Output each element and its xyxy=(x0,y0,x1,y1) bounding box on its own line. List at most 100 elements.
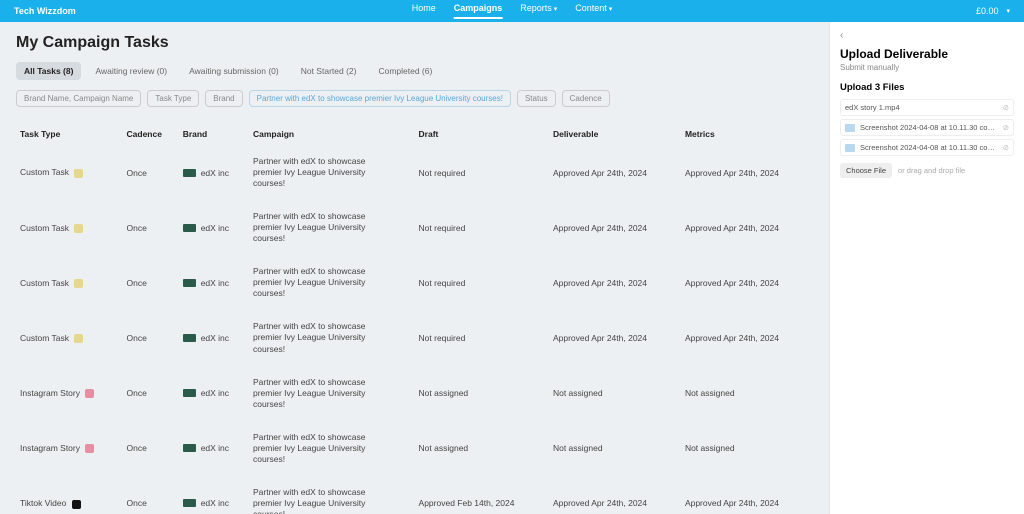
file-name: Screenshot 2024-04-08 at 10.11.30 copy.p… xyxy=(860,143,998,152)
filter-campaign[interactable]: Partner with edX to showcase premier Ivy… xyxy=(249,90,511,107)
cell-metrics: Not assigned xyxy=(681,366,813,421)
cell-draft: Not required xyxy=(415,200,549,255)
filter-tasktype[interactable]: Task Type xyxy=(147,90,199,107)
content-area: My Campaign Tasks All Tasks (8)Awaiting … xyxy=(0,22,829,514)
file-name: Screenshot 2024-04-08 at 10.11.30 copy 2… xyxy=(860,123,998,132)
chevron-down-icon: ▾ xyxy=(609,6,613,17)
cell-tasktype: Instagram Story xyxy=(16,421,123,476)
panel-title: Upload Deliverable xyxy=(840,47,1014,61)
cell-campaign: Partner with edX to showcase premier Ivy… xyxy=(249,476,415,514)
cell-brand: edX inc xyxy=(179,476,249,514)
nav-home[interactable]: Home xyxy=(412,3,436,19)
tab[interactable]: Not Started (2) xyxy=(293,62,365,80)
table-row[interactable]: Custom Task OnceedX incPartner with edX … xyxy=(16,200,813,255)
cell-brand: edX inc xyxy=(179,310,249,365)
file-thumb-icon xyxy=(845,144,855,152)
table-row[interactable]: Custom Task OnceedX incPartner with edX … xyxy=(16,145,813,200)
cell-cadence: Once xyxy=(123,145,179,200)
upload-heading: Upload 3 Files xyxy=(840,82,1014,93)
cell-brand: edX inc xyxy=(179,366,249,421)
cell-cadence: Once xyxy=(123,200,179,255)
table-row[interactable]: Custom Task OnceedX incPartner with edX … xyxy=(16,255,813,310)
filter-cadence[interactable]: Cadence xyxy=(562,90,610,107)
topbar: Tech Wizzdom Home Campaigns Reports▾ Con… xyxy=(0,0,1024,22)
table-row[interactable]: Instagram Story OnceedX incPartner with … xyxy=(16,421,813,476)
table-row[interactable]: Tiktok Video OnceedX incPartner with edX… xyxy=(16,476,813,514)
tasktype-icon xyxy=(74,224,83,233)
cell-tasktype: Instagram Story xyxy=(16,366,123,421)
top-nav: Home Campaigns Reports▾ Content▾ xyxy=(412,3,613,19)
panel-subtitle: Submit manually xyxy=(840,63,1014,72)
cell-brand: edX inc xyxy=(179,200,249,255)
cell-campaign: Partner with edX to showcase premier Ivy… xyxy=(249,255,415,310)
cell-cadence: Once xyxy=(123,366,179,421)
nav-campaigns[interactable]: Campaigns xyxy=(454,3,503,19)
brand-logo-icon xyxy=(183,169,196,177)
file-row: Screenshot 2024-04-08 at 10.11.30 copy.p… xyxy=(840,139,1014,156)
upload-panel: ‹ Upload Deliverable Submit manually Upl… xyxy=(829,22,1024,514)
file-name: edX story 1.mp4 xyxy=(845,103,998,112)
col-tasktype: Task Type xyxy=(16,123,123,145)
brand-logo-icon xyxy=(183,389,196,397)
filter-status[interactable]: Status xyxy=(517,90,556,107)
tab[interactable]: Awaiting submission (0) xyxy=(181,62,287,80)
brand-name: Tech Wizzdom xyxy=(14,6,76,16)
cell-metrics: Approved Apr 24th, 2024 xyxy=(681,476,813,514)
tab[interactable]: Completed (6) xyxy=(370,62,440,80)
topbar-right: £0.00 ▾ xyxy=(976,6,1010,16)
cell-cadence: Once xyxy=(123,310,179,365)
cell-draft: Not required xyxy=(415,255,549,310)
tasktype-icon xyxy=(74,169,83,178)
filter-brand[interactable]: Brand xyxy=(205,90,242,107)
tasktype-icon xyxy=(85,389,94,398)
cell-brand: edX inc xyxy=(179,255,249,310)
tasktype-icon xyxy=(72,500,81,509)
cell-deliverable: Approved Apr 24th, 2024 xyxy=(549,476,681,514)
back-button[interactable]: ‹ xyxy=(840,30,1014,41)
brand-logo-icon xyxy=(183,499,196,507)
cell-brand: edX inc xyxy=(179,145,249,200)
nav-reports[interactable]: Reports▾ xyxy=(520,3,557,19)
cell-campaign: Partner with edX to showcase premier Ivy… xyxy=(249,421,415,476)
cell-campaign: Partner with edX to showcase premier Ivy… xyxy=(249,145,415,200)
cell-draft: Not assigned xyxy=(415,421,549,476)
task-tabs: All Tasks (8) Awaiting review (0) Awaiting… xyxy=(16,62,813,80)
cell-deliverable: Not assigned xyxy=(549,421,681,476)
table-row[interactable]: Instagram Story OnceedX incPartner with … xyxy=(16,366,813,421)
remove-file-icon[interactable]: ⊘ xyxy=(1003,103,1009,112)
tasktype-icon xyxy=(74,334,83,343)
drag-hint: or drag and drop file xyxy=(898,166,965,175)
cell-deliverable: Approved Apr 24th, 2024 xyxy=(549,200,681,255)
cell-cadence: Once xyxy=(123,476,179,514)
table-row[interactable]: Custom Task OnceedX incPartner with edX … xyxy=(16,310,813,365)
nav-content[interactable]: Content▾ xyxy=(575,3,612,19)
cell-tasktype: Custom Task xyxy=(16,200,123,255)
cell-tasktype: Custom Task xyxy=(16,310,123,365)
tasks-table: Task Type Cadence Brand Campaign Draft D… xyxy=(16,123,813,514)
col-brand: Brand xyxy=(179,123,249,145)
brand-logo-icon xyxy=(183,279,196,287)
remove-file-icon[interactable]: ⊘ xyxy=(1003,123,1009,132)
cell-brand: edX inc xyxy=(179,421,249,476)
tab[interactable]: Awaiting review (0) xyxy=(87,62,175,80)
chevron-down-icon: ▾ xyxy=(554,6,558,17)
filter-search[interactable]: Brand Name, Campaign Name xyxy=(16,90,141,107)
tasktype-icon xyxy=(85,444,94,453)
remove-file-icon[interactable]: ⊘ xyxy=(1003,143,1009,152)
cell-cadence: Once xyxy=(123,421,179,476)
cell-campaign: Partner with edX to showcase premier Ivy… xyxy=(249,200,415,255)
cell-tasktype: Tiktok Video xyxy=(16,476,123,514)
tab[interactable]: All Tasks (8) xyxy=(16,62,81,80)
filter-bar: Brand Name, Campaign Name Task Type Bran… xyxy=(16,90,813,107)
cell-draft: Approved Feb 14th, 2024 xyxy=(415,476,549,514)
cell-deliverable: Not assigned xyxy=(549,366,681,421)
cell-deliverable: Approved Apr 24th, 2024 xyxy=(549,255,681,310)
choose-file-button[interactable]: Choose File xyxy=(840,163,892,178)
cell-cadence: Once xyxy=(123,255,179,310)
cell-metrics: Approved Apr 24th, 2024 xyxy=(681,255,813,310)
cell-deliverable: Approved Apr 24th, 2024 xyxy=(549,145,681,200)
cell-tasktype: Custom Task xyxy=(16,145,123,200)
cell-deliverable: Approved Apr 24th, 2024 xyxy=(549,310,681,365)
balance[interactable]: £0.00 xyxy=(976,6,999,16)
chevron-down-icon[interactable]: ▾ xyxy=(1006,7,1010,15)
